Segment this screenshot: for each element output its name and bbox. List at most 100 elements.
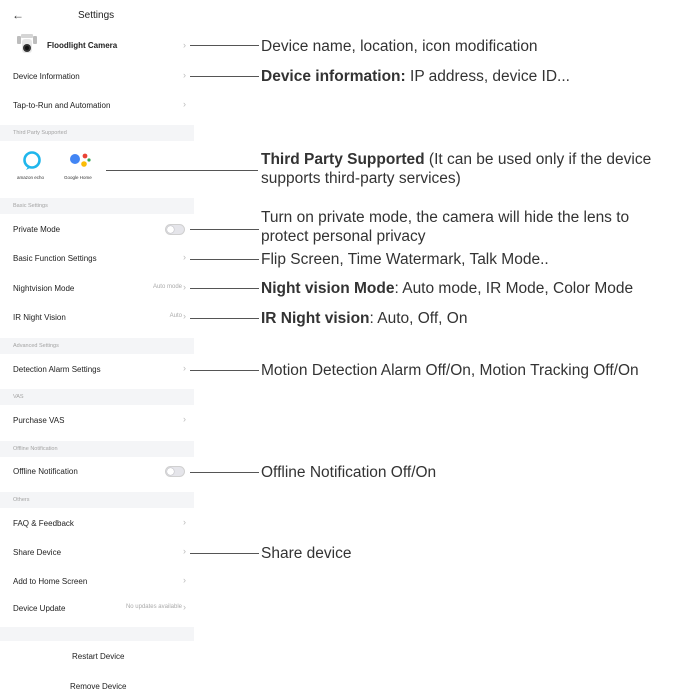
faq-row[interactable]: FAQ & Feedback › [0,512,194,536]
share-device-label: Share Device [13,548,62,557]
annotation-text: protect personal privacy [261,228,426,245]
annotation-text: : Auto, Off, On [369,310,468,327]
chevron-right-icon: › [183,414,186,424]
section-label: Offline Notification [13,446,58,452]
chevron-right-icon: › [183,546,186,556]
section-spacer [0,627,194,641]
purchase-vas-label: Purchase VAS [13,416,65,425]
offline-notification-label: Offline Notification [13,467,78,476]
annotation-private-mode: Turn on private mode, the camera will hi… [261,208,629,246]
annotation-night-mode: Night vision Mode: Auto mode, IR Mode, C… [261,279,633,298]
google-home-item[interactable]: Google Home [60,148,104,188]
google-assistant-icon [70,153,91,167]
ir-night-vision-label: IR Night Vision [13,313,66,322]
restart-device-button[interactable]: Restart Device [72,652,124,661]
section-advanced-settings: Advanced Settings [0,338,194,354]
ir-night-vision-value: Auto [169,313,182,319]
private-mode-toggle[interactable] [165,224,185,235]
private-mode-row: Private Mode [0,218,194,242]
ir-night-vision-row[interactable]: IR Night Vision Auto › [0,306,194,330]
device-information-label: Device Information [13,72,80,81]
alexa-icon [23,151,41,170]
settings-panel: ← Settings Floodlight Camera › Device In… [0,0,196,692]
section-label: Advanced Settings [13,343,59,349]
section-label: Others [13,497,30,503]
alexa-item[interactable]: amazon echo [12,148,52,188]
annotation-text: : Auto mode, IR Mode, Color Mode [394,280,634,297]
camera-icon [17,34,37,53]
chevron-right-icon: › [183,363,186,373]
page-title: Settings [78,10,115,21]
chevron-right-icon: › [183,602,186,612]
annotation-text: Turn on private mode, the camera will hi… [261,209,630,226]
chevron-right-icon: › [183,70,186,80]
section-label: Basic Settings [13,203,48,209]
annotation-detection: Motion Detection Alarm Off/On, Motion Tr… [261,362,639,379]
faq-label: FAQ & Feedback [13,519,74,528]
section-third-party: Third Party Supported [0,125,194,141]
offline-notification-row: Offline Notification [0,460,194,484]
annotation-text: (It can be used only if the device [424,151,652,168]
device-name-row[interactable]: Floodlight Camera › [0,33,194,59]
offline-notification-toggle[interactable] [165,466,185,477]
annotation-ir-night-vision: IR Night vision: Auto, Off, On [261,309,467,328]
chevron-right-icon: › [183,517,186,527]
callout-line [190,472,259,473]
annotation-text: supports third-party services) [261,170,461,187]
nightvision-mode-label: Nightvision Mode [13,284,75,293]
section-label: Third Party Supported [13,130,67,136]
callout-line [190,259,259,260]
callout-line [190,318,259,319]
section-vas: VAS [0,389,194,405]
section-others: Others [0,492,194,508]
add-home-screen-label: Add to Home Screen [13,577,88,586]
annotation-bold: Device information: [261,68,406,85]
annotation-bold: IR Night vision [261,310,370,327]
annotation-offline: Offline Notification Off/On [261,464,437,481]
detection-alarm-label: Detection Alarm Settings [13,365,101,374]
add-home-screen-row[interactable]: Add to Home Screen › [0,570,194,594]
chevron-right-icon: › [183,40,186,50]
annotation-bold: Third Party Supported [261,151,425,168]
annotation-text: IP address, device ID... [405,68,570,85]
device-information-row[interactable]: Device Information › [0,65,194,89]
purchase-vas-row[interactable]: Purchase VAS › [0,409,194,433]
device-update-value: No updates available [125,604,182,610]
callout-line [190,553,259,554]
tap-to-run-label: Tap-to-Run and Automation [13,101,111,110]
basic-function-row[interactable]: Basic Function Settings › [0,247,194,271]
annotation-share: Share device [261,545,352,562]
annotation-device-name: Device name, location, icon modification [261,38,538,55]
detection-alarm-row[interactable]: Detection Alarm Settings › [0,358,194,382]
chevron-right-icon: › [183,282,186,292]
back-arrow-icon[interactable]: ← [12,8,24,22]
basic-function-label: Basic Function Settings [13,254,97,263]
device-name: Floodlight Camera [47,41,118,50]
share-device-row[interactable]: Share Device › [0,541,194,565]
callout-line [190,288,259,289]
annotation-third-party: Third Party Supported (It can be used on… [261,150,651,188]
annotation-basic-function: Flip Screen, Time Watermark, Talk Mode.. [261,251,549,268]
section-basic-settings: Basic Settings [0,198,194,214]
nightvision-mode-row[interactable]: Nightvision Mode Auto mode › [0,277,194,301]
device-update-row[interactable]: Device Update No updates available › [0,597,194,621]
chevron-right-icon: › [183,99,186,109]
callout-line [190,229,259,230]
callout-line [190,76,259,77]
annotation-bold: Night vision Mode [261,280,395,297]
section-label: VAS [13,394,24,400]
nightvision-mode-value: Auto mode [152,284,182,290]
annotation-device-information: Device information: IP address, device I… [261,67,570,86]
tap-to-run-row[interactable]: Tap-to-Run and Automation › [0,94,194,118]
callout-line [190,45,259,46]
google-home-label: Google Home [64,175,92,180]
alexa-label: amazon echo [17,175,45,180]
chevron-right-icon: › [183,575,186,585]
private-mode-label: Private Mode [13,225,61,234]
device-update-label: Device Update [13,604,66,613]
callout-line [106,170,258,171]
remove-device-button[interactable]: Remove Device [70,682,126,691]
section-offline-notification: Offline Notification [0,441,194,457]
chevron-right-icon: › [183,311,186,321]
callout-line [190,370,259,371]
